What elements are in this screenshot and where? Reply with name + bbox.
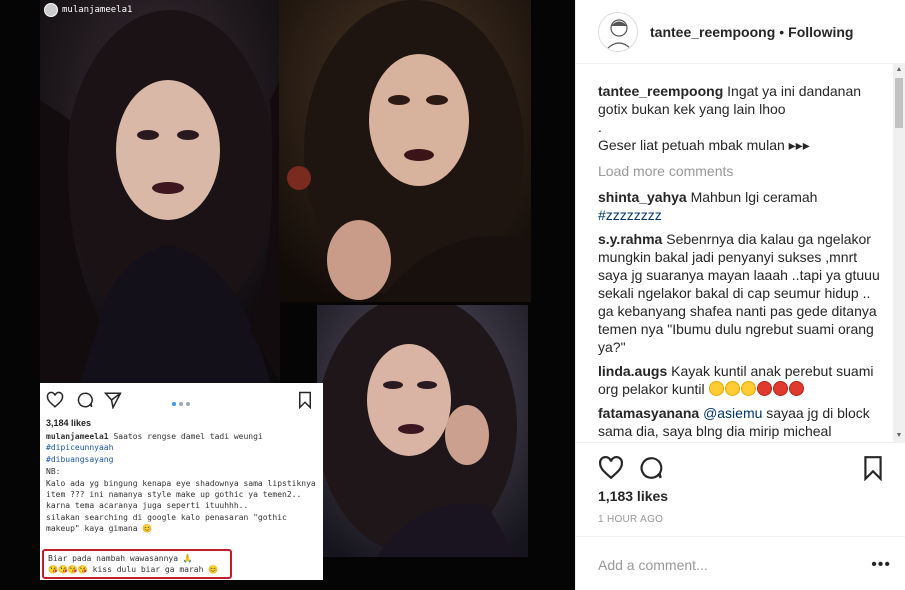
embedded-avatar (44, 3, 58, 17)
carousel-dots (172, 397, 193, 409)
comment-text: Mahbun lgi ceramah (690, 189, 818, 205)
post-sidebar: tantee_reempoong • Following tantee_reem… (575, 0, 905, 590)
caption-comment: tantee_reempoong Ingat ya ini dandanan g… (598, 82, 886, 154)
header-separator: • (779, 23, 785, 40)
angry-emoji-icon (788, 381, 804, 396)
comment-mention-link[interactable]: @asiemu (703, 405, 762, 421)
scream-emoji-icon (724, 381, 740, 396)
photo-woman-bottom-right (317, 305, 528, 557)
header-username[interactable]: tantee_reempoong (650, 24, 775, 40)
angry-emoji-icon (772, 381, 788, 396)
embedded-post-header: mulanjameela1 (40, 0, 280, 20)
comment-username[interactable]: s.y.rahma (598, 231, 662, 247)
like-heart-icon[interactable] (598, 455, 624, 481)
comment-username[interactable]: linda.augs (598, 363, 667, 379)
comment-text: Sebenrnya dia kalau ga ngelakor mungkin … (598, 231, 880, 355)
list-item: linda.augs Kayak kuntil anak perebut sua… (598, 362, 886, 398)
comments-scrollbar[interactable]: ▲ ▼ (893, 64, 905, 442)
comment-input[interactable]: Add a comment... (576, 536, 905, 590)
scream-emoji-icon (708, 381, 724, 396)
comment-hashtag-link[interactable]: #zzzzzzzz (598, 206, 886, 224)
embedded-line-1: Kalo ada yg bingung kenapa eye shadownya… (46, 479, 316, 510)
embedded-actions (40, 383, 323, 415)
post-timestamp: 1 HOUR AGO (598, 514, 664, 525)
angry-emoji-icon (756, 381, 772, 396)
post-image[interactable]: mulanjameela1 3,184 likes mulanjameela1 … (0, 0, 575, 590)
embedded-line-2: silakan searching di google kalo penasar… (46, 513, 287, 533)
caption-text-2: . (598, 119, 602, 135)
comment-username[interactable]: shinta_yahya (598, 189, 687, 205)
embedded-highlight-2: 😘😘😘😘 kiss dulu biar ga marah 😊 (48, 565, 219, 574)
comment-username[interactable]: fatamasyanana (598, 405, 699, 421)
bookmark-icon (299, 391, 311, 409)
more-options-icon[interactable]: ••• (871, 556, 891, 574)
load-more-comments-link[interactable]: Load more comments (598, 162, 886, 180)
list-item: s.y.rahma Sebenrnya dia kalau ga ngelako… (598, 230, 886, 356)
photo-woman-top-right (279, 0, 531, 302)
comment-icon (77, 392, 93, 408)
follow-status-button[interactable]: Following (788, 24, 853, 40)
avatar-illustration-icon (599, 12, 637, 51)
share-icon (104, 392, 122, 409)
embedded-caption-text: Saatos rengse damel tadi weungi (108, 432, 263, 441)
list-item: fatamasyanana @asiemu sayaa jg di block … (598, 404, 886, 440)
bookmark-icon[interactable] (860, 455, 886, 481)
embedded-tag-2: #dibuangsayang (46, 455, 114, 464)
embedded-post-screenshot: 3,184 likes mulanjameela1 Saatos rengse … (40, 383, 323, 580)
embedded-tag-1: #dipiceunnyaah (46, 443, 114, 452)
embedded-caption: mulanjameela1 Saatos rengse damel tadi w… (40, 431, 323, 534)
embedded-highlight-1: Biar pada nambah wawasannya 🙏 (48, 554, 193, 563)
embedded-likes: 3,184 likes (46, 418, 92, 428)
embedded-highlight-box: Biar pada nambah wawasannya 🙏 😘😘😘😘 kiss … (42, 549, 232, 579)
scroll-up-arrow-icon[interactable]: ▲ (893, 64, 905, 76)
scrollbar-thumb[interactable] (895, 78, 903, 128)
heart-icon (46, 391, 64, 408)
list-item: shinta_yahya Mahbun lgi ceramah #zzzzzzz… (598, 188, 886, 224)
likes-count[interactable]: 1,183 likes (598, 488, 668, 504)
comment-icon[interactable] (638, 455, 664, 481)
post-actions (576, 442, 905, 492)
comments-list: tantee_reempoong Ingat ya ini dandanan g… (576, 64, 905, 442)
post-header: tantee_reempoong • Following (576, 0, 905, 64)
caption-username[interactable]: tantee_reempoong (598, 83, 723, 99)
avatar[interactable] (598, 11, 638, 52)
caption-text-3: Geser liat petuah mbak mulan ▸▸▸ (598, 137, 810, 153)
embedded-nb: NB: (46, 467, 61, 476)
scroll-down-arrow-icon[interactable]: ▼ (893, 430, 905, 442)
scream-emoji-icon (740, 381, 756, 396)
photo-woman-left (40, 0, 280, 383)
embedded-username: mulanjameela1 (62, 5, 133, 15)
embedded-caption-user: mulanjameela1 (46, 432, 109, 441)
